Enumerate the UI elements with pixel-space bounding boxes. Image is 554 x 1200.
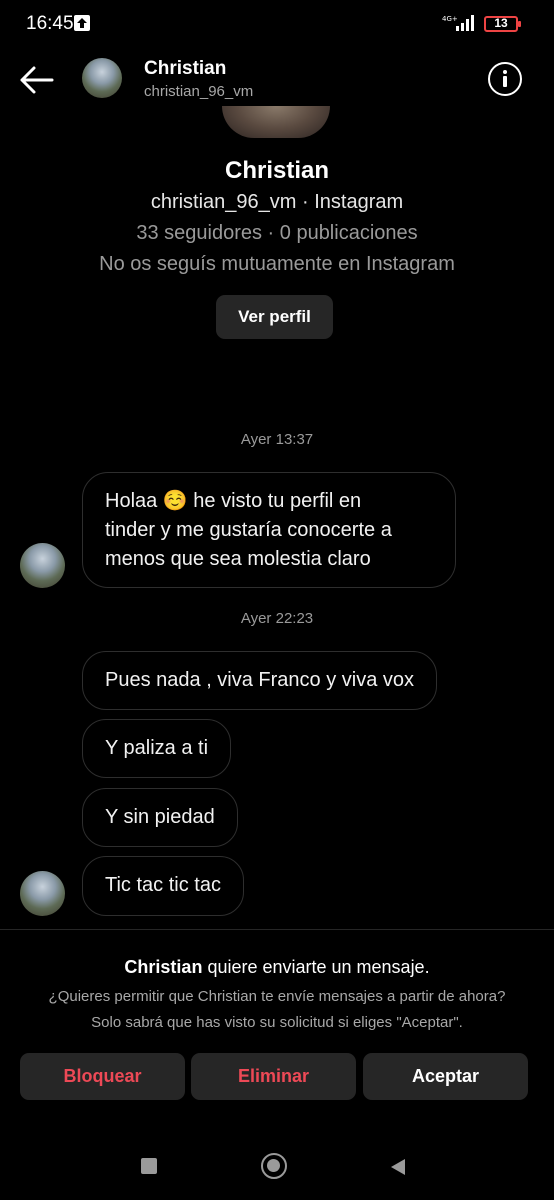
request-title: Christian quiere enviarte un mensaje. xyxy=(0,957,554,978)
nav-home-icon[interactable] xyxy=(261,1153,287,1179)
accept-button[interactable]: Aceptar xyxy=(363,1053,528,1100)
request-question: ¿Quieres permitir que Christian te envíe… xyxy=(48,988,506,1005)
signal-icon: 4G+ xyxy=(442,14,478,37)
status-bar: 16:45 4G+ 13 xyxy=(0,0,554,48)
header-name[interactable]: Christian xyxy=(144,58,226,80)
message-line: Holaa ☺️ he visto tu perfil en xyxy=(105,490,362,512)
chat-header: Christian christian_96_vm xyxy=(0,48,554,112)
info-icon[interactable] xyxy=(488,62,522,96)
message-bubble[interactable]: Holaa ☺️ he visto tu perfil en tinder y … xyxy=(82,472,456,588)
back-arrow-icon xyxy=(20,66,54,94)
nav-back-icon[interactable] xyxy=(389,1157,407,1182)
profile-avatar xyxy=(222,106,330,138)
network-label: 4G+ xyxy=(442,15,458,23)
message-bubble[interactable]: Tic tac tic tac xyxy=(82,856,244,916)
nav-recents-icon[interactable] xyxy=(141,1158,157,1174)
profile-stats: 33 seguidores · 0 publicaciones xyxy=(136,222,418,244)
message-timestamp: Ayer 22:23 xyxy=(240,610,314,627)
battery-level: 13 xyxy=(494,16,508,30)
sender-avatar[interactable] xyxy=(20,543,65,588)
message-bubble[interactable]: Y paliza a ti xyxy=(82,719,232,778)
request-sender-name: Christian xyxy=(124,957,203,977)
message-timestamp: Ayer 13:37 xyxy=(240,431,314,448)
upload-icon xyxy=(74,15,90,31)
view-profile-button[interactable]: Ver perfil xyxy=(216,295,333,339)
message-bubble[interactable]: Y sin piedad xyxy=(82,788,238,847)
back-button[interactable] xyxy=(16,60,58,100)
request-title-text: quiere enviarte un mensaje. xyxy=(202,957,430,977)
message-line: tinder y me gustaría conocerte a xyxy=(105,519,392,541)
header-username[interactable]: christian_96_vm xyxy=(144,83,253,100)
status-time: 16:45 xyxy=(26,13,74,34)
header-avatar[interactable] xyxy=(82,58,122,98)
request-divider xyxy=(0,929,554,930)
request-note: Solo sabrá que has visto su solicitud si… xyxy=(91,1014,463,1031)
message-line: menos que sea molestia claro xyxy=(105,548,371,570)
battery-icon: 13 xyxy=(484,16,521,32)
message-bubble[interactable]: Pues nada , viva Franco y viva vox xyxy=(82,651,438,710)
delete-button[interactable]: Eliminar xyxy=(191,1053,356,1100)
profile-mutual-status: No os seguís mutuamente en Instagram xyxy=(99,253,455,275)
profile-handle: christian_96_vm · Instagram xyxy=(150,191,404,213)
block-button[interactable]: Bloquear xyxy=(20,1053,185,1100)
profile-name: Christian xyxy=(224,157,329,184)
sender-avatar[interactable] xyxy=(20,871,65,916)
